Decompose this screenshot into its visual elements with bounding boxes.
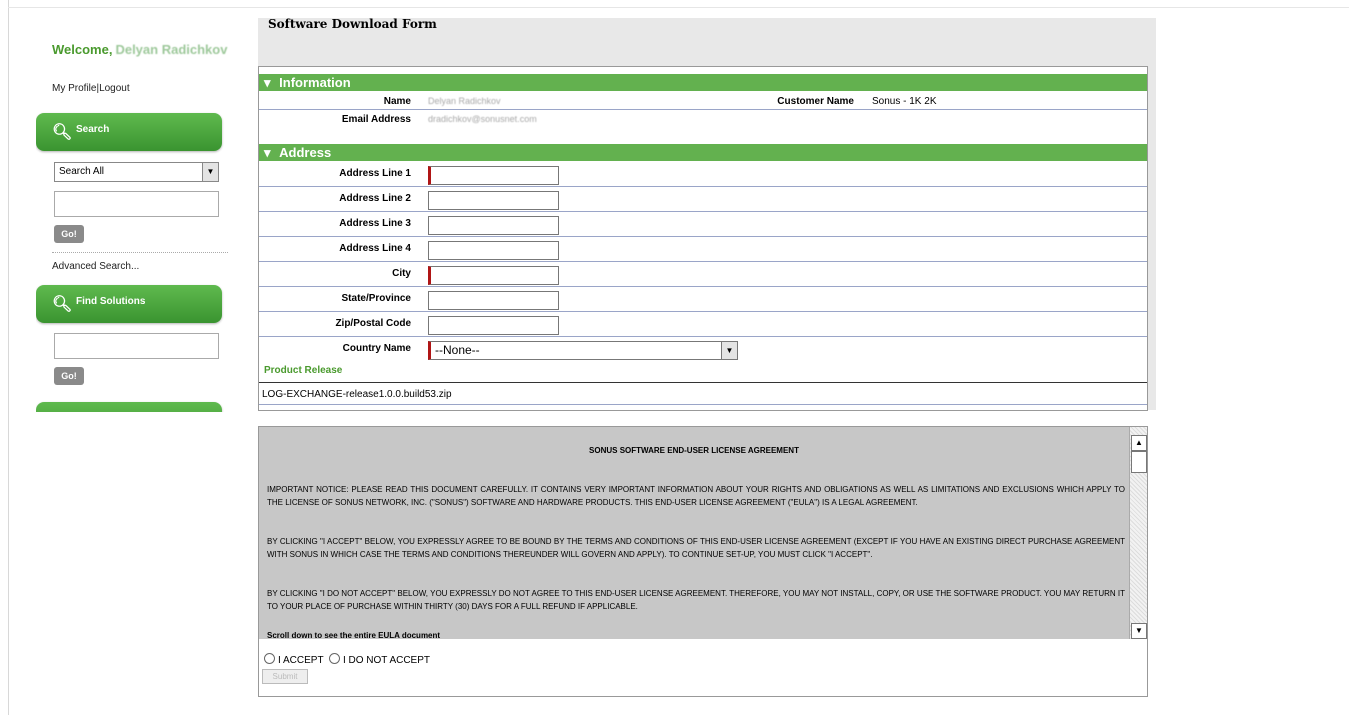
welcome-username: Delyan Radichkov bbox=[115, 42, 228, 57]
welcome-prefix: Welcome, bbox=[52, 42, 113, 57]
sidebar-divider bbox=[52, 252, 228, 253]
zip-row: Zip/Postal Code bbox=[259, 312, 1147, 337]
country-select-value: --None-- bbox=[435, 343, 480, 357]
search-icon: 🔍︎ bbox=[52, 124, 73, 141]
state-label: State/Province bbox=[341, 293, 411, 304]
address-line-2-input[interactable] bbox=[428, 191, 559, 210]
find-solutions-button[interactable]: 🔍︎ Find Solutions bbox=[36, 285, 222, 323]
address-line-3-label: Address Line 3 bbox=[339, 218, 411, 229]
search-input[interactable] bbox=[54, 191, 219, 217]
information-header-label: Information bbox=[279, 75, 351, 90]
accept-radio[interactable] bbox=[264, 653, 275, 664]
page-frame-top bbox=[8, 7, 1349, 8]
find-solutions-label: Find Solutions bbox=[76, 296, 146, 307]
email-label: Email Address bbox=[341, 114, 411, 125]
search-icon: 🔍︎ bbox=[52, 296, 73, 313]
eula-paragraph-1: IMPORTANT NOTICE: PLEASE READ THIS DOCUM… bbox=[267, 485, 1125, 507]
name-value: Delyan Radichkov bbox=[428, 96, 501, 106]
find-solutions-input[interactable] bbox=[54, 333, 219, 359]
eula-scrollbar[interactable]: ▲ ▼ bbox=[1129, 427, 1147, 639]
welcome-text: Welcome, Delyan Radichkov bbox=[52, 42, 227, 57]
submit-button[interactable]: Submit bbox=[262, 669, 308, 684]
address-line-1-input[interactable] bbox=[428, 166, 559, 185]
address-header-label: Address bbox=[279, 145, 332, 160]
address-line-3-input[interactable] bbox=[428, 216, 559, 235]
address-line-1-label: Address Line 1 bbox=[339, 168, 411, 179]
decline-radio[interactable] bbox=[328, 653, 340, 664]
eula-panel: SONUS SOFTWARE END-USER LICENSE AGREEMEN… bbox=[258, 426, 1148, 697]
address-line-4-row: Address Line 4 bbox=[259, 237, 1147, 262]
address-line-4-input[interactable] bbox=[428, 241, 559, 260]
find-solutions-go-button[interactable]: Go! bbox=[54, 367, 84, 385]
profile-links: My Profile|Logout bbox=[52, 83, 130, 94]
download-form: ▾ Information Name Delyan Radichkov Cust… bbox=[258, 66, 1148, 411]
chevron-down-icon: ▼ bbox=[202, 163, 218, 181]
information-section-header[interactable]: ▾ Information bbox=[259, 74, 1147, 91]
eula-text-area[interactable]: SONUS SOFTWARE END-USER LICENSE AGREEMEN… bbox=[259, 427, 1129, 639]
product-release-file: LOG-EXCHANGE-release1.0.0.build53.zip bbox=[262, 389, 452, 400]
product-release-header: Product Release bbox=[264, 365, 343, 376]
collapse-triangle-icon: ▾ bbox=[264, 75, 271, 90]
sidebar: Welcome, Delyan Radichkov My Profile|Logo… bbox=[36, 22, 246, 412]
address-section-header[interactable]: ▾ Address bbox=[259, 144, 1147, 161]
advanced-search-link[interactable]: Advanced Search... bbox=[52, 261, 139, 272]
address-line-4-label: Address Line 4 bbox=[339, 243, 411, 254]
search-button-label: Search bbox=[76, 124, 110, 135]
page-title: Software Download Form bbox=[268, 17, 437, 31]
page-frame-left bbox=[8, 0, 9, 715]
collapse-triangle-icon: ▾ bbox=[264, 145, 271, 160]
country-label: Country Name bbox=[342, 343, 411, 354]
chevron-down-icon: ▼ bbox=[721, 342, 737, 359]
decline-label[interactable]: I DO NOT ACCEPT bbox=[343, 655, 430, 666]
city-input[interactable] bbox=[428, 266, 559, 285]
address-line-2-row: Address Line 2 bbox=[259, 187, 1147, 212]
zip-label: Zip/Postal Code bbox=[335, 318, 411, 329]
info-row-email: Email Address dradichkov@sonusnet.com bbox=[259, 110, 1147, 140]
name-label: Name bbox=[383, 96, 411, 107]
address-line-3-row: Address Line 3 bbox=[259, 212, 1147, 237]
eula-scroll-note: Scroll down to see the entire EULA docum… bbox=[267, 631, 441, 639]
country-select[interactable]: --None-- ▼ bbox=[428, 341, 738, 360]
logout-link[interactable]: Logout bbox=[99, 83, 130, 94]
state-row: State/Province bbox=[259, 287, 1147, 312]
search-button[interactable]: 🔍︎ Search bbox=[36, 113, 222, 151]
search-scope-select[interactable]: Search All ▼ bbox=[54, 162, 219, 182]
email-value: dradichkov@sonusnet.com bbox=[428, 114, 537, 124]
address-line-2-label: Address Line 2 bbox=[339, 193, 411, 204]
eula-paragraph-2: BY CLICKING "I ACCEPT" BELOW, YOU EXPRES… bbox=[267, 537, 1125, 559]
country-row: Country Name --None-- ▼ bbox=[259, 337, 1147, 361]
product-release-bottom-divider bbox=[259, 404, 1147, 405]
accept-label[interactable]: I ACCEPT bbox=[278, 655, 323, 666]
scrollbar-thumb[interactable] bbox=[1131, 451, 1147, 473]
scroll-down-icon[interactable]: ▼ bbox=[1131, 623, 1147, 639]
customer-name-label: Customer Name bbox=[777, 96, 854, 107]
search-go-button[interactable]: Go! bbox=[54, 225, 84, 243]
scroll-up-icon[interactable]: ▲ bbox=[1131, 435, 1147, 451]
eula-title: SONUS SOFTWARE END-USER LICENSE AGREEMEN… bbox=[589, 446, 799, 455]
info-row-name: Name Delyan Radichkov Customer Name Sonu… bbox=[259, 92, 1147, 110]
state-input[interactable] bbox=[428, 291, 559, 310]
zip-input[interactable] bbox=[428, 316, 559, 335]
my-profile-link[interactable]: My Profile bbox=[52, 83, 96, 94]
product-release-divider bbox=[259, 382, 1147, 383]
eula-choice-group: I ACCEPT I DO NOT ACCEPT bbox=[264, 653, 430, 666]
address-line-1-row: Address Line 1 bbox=[259, 162, 1147, 187]
eula-paragraph-3: BY CLICKING "I DO NOT ACCEPT" BELOW, YOU… bbox=[267, 589, 1125, 611]
city-label: City bbox=[392, 268, 411, 279]
next-sidebar-button[interactable] bbox=[36, 402, 222, 412]
search-scope-value: Search All bbox=[59, 166, 105, 177]
city-row: City bbox=[259, 262, 1147, 287]
customer-name-value: Sonus - 1K 2K bbox=[872, 96, 937, 107]
